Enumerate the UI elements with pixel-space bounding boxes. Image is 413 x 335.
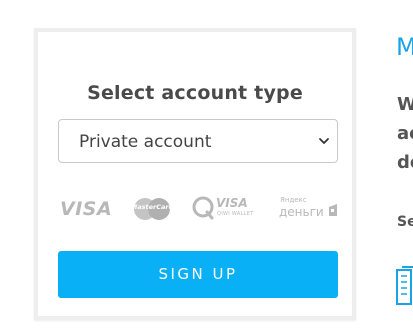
side-heading: M — [396, 33, 413, 61]
payment-logos: VISA MasterCard VISA QIWI WALLET Яндекс … — [58, 195, 343, 223]
wallet-icon — [329, 204, 337, 216]
sign-up-button[interactable]: SIGN UP — [58, 251, 338, 298]
qiwi-wallet-label: QIWI WALLET — [217, 211, 254, 217]
qiwi-q-icon — [192, 196, 214, 220]
mastercard-logo: MasterCard — [130, 195, 174, 223]
side-subtext: Se — [397, 214, 413, 230]
yandex-money-logo: Яндекс деньги — [278, 195, 340, 223]
side-text-line: W — [397, 94, 413, 115]
side-text-line: de — [397, 152, 413, 173]
qiwi-visa-label: VISA — [216, 196, 248, 210]
page: Select account type Private account VISA… — [0, 0, 413, 335]
yandex-bottom-label: деньги — [279, 205, 324, 219]
visa-logo: VISA — [60, 198, 113, 220]
card-title: Select account type — [87, 82, 303, 104]
mastercard-label: MasterCard — [130, 203, 174, 211]
documents-icon — [396, 266, 413, 305]
yandex-top-label: Яндекс — [280, 196, 307, 204]
signup-card: Select account type Private account VISA… — [34, 28, 356, 320]
side-text-line: ac — [397, 123, 413, 144]
account-type-select[interactable]: Private account — [58, 119, 338, 163]
qiwi-logo: VISA QIWI WALLET — [192, 195, 254, 223]
account-type-value: Private account — [79, 132, 212, 152]
chevron-down-icon — [319, 138, 329, 144]
